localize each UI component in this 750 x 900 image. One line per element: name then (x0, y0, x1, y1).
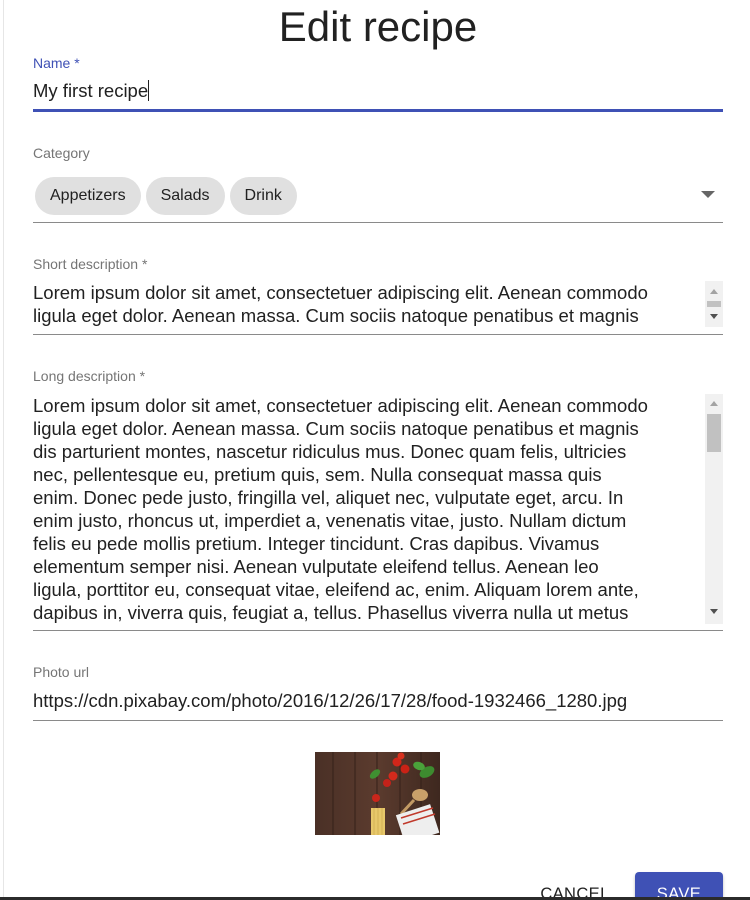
cancel-button[interactable]: CANCEL (530, 872, 620, 900)
photo-url-input[interactable]: https://cdn.pixabay.com/photo/2016/12/26… (33, 689, 627, 712)
short-description-underline (33, 334, 723, 335)
save-button[interactable]: SAVE (635, 872, 723, 900)
text-line: dapibus in, viverra quis, feugiat a, tel… (33, 602, 629, 623)
chip-drink[interactable]: Drink (229, 177, 297, 215)
chip-salads[interactable]: Salads (145, 177, 225, 215)
name-value: My first recipe (33, 80, 149, 101)
text-line: elementum semper nisi. Aenean vulputate … (33, 556, 599, 577)
short-description-textarea[interactable]: Lorem ipsum dolor sit amet, consectetuer… (33, 281, 703, 327)
long-description-textarea[interactable]: Lorem ipsum dolor sit amet, consectetuer… (33, 394, 703, 624)
category-field[interactable]: Category Appetizers Salads Drink (33, 145, 723, 225)
text-line: felis eu pede mollis pretium. Integer ti… (33, 533, 600, 554)
text-line: ligula eget dolor. Aenean massa. Cum soc… (33, 418, 639, 439)
category-chips: Appetizers Salads Drink (35, 177, 297, 215)
text-line: nec, pellentesque eu, pretium quis, sem.… (33, 464, 602, 485)
scrollbar-thumb[interactable] (707, 414, 721, 452)
chip-appetizers[interactable]: Appetizers (35, 177, 141, 215)
text-line: enim. Donec pede justo, fringilla vel, a… (33, 487, 624, 508)
name-underline (33, 109, 723, 112)
page-title: Edit recipe (278, 3, 478, 50)
text-caret (148, 80, 150, 101)
long-description-scrollbar[interactable] (705, 394, 723, 624)
edit-recipe-page: Edit recipe Name * My first recipe Categ… (0, 0, 750, 900)
text-line: Lorem ipsum dolor sit amet, consectetuer… (33, 282, 648, 303)
name-field[interactable]: Name * My first recipe (33, 55, 723, 115)
scroll-down-icon[interactable] (710, 314, 718, 319)
short-description-field[interactable]: Short description * Lorem ipsum dolor si… (33, 256, 723, 336)
name-label: Name * (33, 55, 80, 71)
name-input[interactable]: My first recipe (33, 79, 150, 102)
category-underline (33, 222, 723, 223)
text-line: enim justo, rhoncus ut, imperdiet a, ven… (33, 510, 627, 531)
recipe-photo-preview (315, 752, 440, 835)
chevron-down-icon[interactable] (701, 191, 715, 198)
text-line: ligula eget dolor. Aenean massa. Cum soc… (33, 305, 639, 326)
long-description-field[interactable]: Long description * Lorem ipsum dolor sit… (33, 368, 723, 633)
text-line: ligula, porttitor eu, consequat vitae, e… (33, 579, 639, 600)
long-description-underline (33, 630, 723, 631)
photo-url-field[interactable]: Photo url https://cdn.pixabay.com/photo/… (33, 664, 723, 724)
long-description-label: Long description * (33, 368, 146, 384)
text-line: Lorem ipsum dolor sit amet, consectetuer… (33, 395, 648, 416)
photo-url-underline (33, 720, 723, 721)
scrollbar-thumb[interactable] (707, 301, 721, 307)
scroll-up-icon[interactable] (710, 289, 718, 294)
category-label: Category (33, 145, 90, 161)
left-border (3, 0, 4, 900)
scroll-down-icon[interactable] (710, 609, 718, 614)
short-description-scrollbar[interactable] (705, 281, 723, 327)
text-line: dis parturient montes, nascetur ridiculu… (33, 441, 627, 462)
photo-url-label: Photo url (33, 664, 90, 680)
food-photo (315, 752, 440, 835)
short-description-label: Short description * (33, 256, 148, 272)
scroll-up-icon[interactable] (710, 401, 718, 406)
